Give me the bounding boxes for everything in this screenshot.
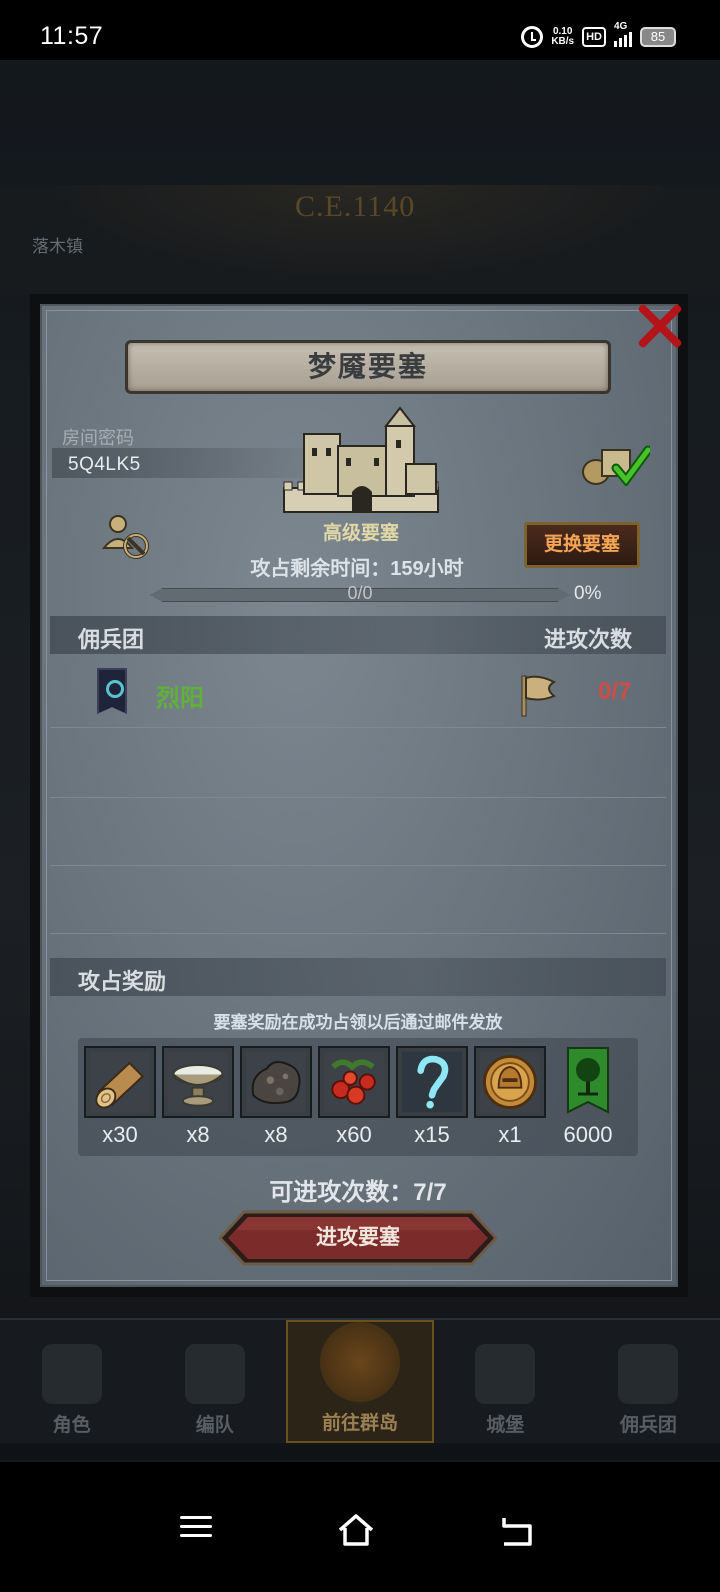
alarm-icon <box>521 26 544 48</box>
tab-label: 城堡 <box>486 1415 525 1436</box>
mercenary-header: 佣兵团 <box>78 627 145 652</box>
reward-qty: x30 <box>102 1122 138 1147</box>
tab-label: 佣兵团 <box>619 1415 677 1436</box>
room-code-value[interactable]: 5Q4LK5 <box>68 454 141 476</box>
status-bar: 11:57 0.10 KB/s HD 4G 85 <box>0 0 720 60</box>
tab-label: 前往群岛 <box>322 1413 399 1434</box>
castle-tab-icon <box>475 1344 536 1404</box>
reward-qty: x8 <box>264 1122 288 1147</box>
network-type: 4G <box>614 21 628 32</box>
close-icon[interactable] <box>628 294 690 356</box>
net-speed-unit: KB/s <box>551 36 575 47</box>
back-icon[interactable] <box>498 1510 538 1550</box>
progress-text: 0/0 <box>347 583 373 603</box>
occupy-time-left: 攻占剩余时间：159小时 <box>250 558 464 580</box>
mercenary-row[interactable]: 烈阳 0/7 <box>50 662 666 728</box>
reward-item[interactable]: 6000 <box>552 1046 624 1148</box>
helmet-icon <box>184 1344 245 1404</box>
tab-castle[interactable]: 城堡 <box>434 1320 577 1443</box>
empty-mercenary-row <box>50 730 666 798</box>
battery-icon: 85 <box>640 27 676 47</box>
wood-log-icon <box>84 1046 156 1118</box>
question-mark-icon <box>396 1046 468 1118</box>
remaining-attacks: 可进攻次数：7/7 <box>269 1179 447 1206</box>
fortress-dialog: 梦魇要塞 房间密码 5Q4LK5 高级要塞 更换要塞 攻占剩余时间：159小时 … <box>30 294 688 1297</box>
castle-icon <box>283 406 439 513</box>
dialog-title-banner: 梦魇要塞 <box>125 340 611 394</box>
mercenary-attack-count: 0/7 <box>598 678 632 705</box>
progress-percent: 0% <box>574 583 602 604</box>
reward-item[interactable]: x60 <box>318 1046 390 1148</box>
dialog-panel: 梦魇要塞 房间密码 5Q4LK5 高级要塞 更换要塞 攻占剩余时间：159小时 … <box>40 304 678 1287</box>
compass-icon <box>320 1322 400 1402</box>
app-root: 11:57 0.10 KB/s HD 4G 85 C.E.1140 落木镇 梦魇… <box>0 0 720 1592</box>
menu-icon[interactable] <box>180 1510 220 1550</box>
tab-formation[interactable]: 编队 <box>143 1320 286 1443</box>
status-icons: 0.10 KB/s HD 4G 85 <box>521 21 676 48</box>
reward-item[interactable]: x30 <box>84 1046 156 1148</box>
dialog-title: 梦魇要塞 <box>307 351 428 382</box>
reward-qty: x60 <box>336 1122 372 1147</box>
berry-fruit-icon <box>318 1046 390 1118</box>
signal-icon: 4G <box>614 21 632 47</box>
reward-qty: x1 <box>498 1122 522 1147</box>
reward-item[interactable]: x8 <box>162 1046 234 1148</box>
reward-note: 要塞奖励在成功占领以后通过邮件发放 <box>213 1013 503 1032</box>
guild-banner-icon <box>97 668 127 714</box>
stone-bowl-icon <box>162 1046 234 1118</box>
knight-icon <box>41 1344 102 1404</box>
reward-list: x30 x8 x8 x60 x15 x1 6000 <box>78 1038 638 1156</box>
status-time: 11:57 <box>40 22 104 50</box>
reward-item[interactable]: x15 <box>396 1046 468 1148</box>
reward-item[interactable]: x1 <box>474 1046 546 1148</box>
reward-item[interactable]: x8 <box>240 1046 312 1148</box>
ship-icon <box>618 1344 679 1404</box>
empty-mercenary-row <box>50 866 666 934</box>
reward-qty: x15 <box>414 1122 450 1147</box>
flag-icon <box>521 675 557 717</box>
claimed-box-icon[interactable] <box>580 442 650 486</box>
reward-qty: 6000 <box>563 1122 613 1147</box>
reward-header: 攻占奖励 <box>78 969 167 994</box>
tree-banner-icon <box>552 1046 624 1118</box>
ore-rock-icon <box>240 1046 312 1118</box>
helmet-medal-icon <box>474 1046 546 1118</box>
home-icon[interactable] <box>336 1510 376 1550</box>
mercenary-name: 烈阳 <box>156 685 204 712</box>
tab-islands[interactable]: 前往群岛 <box>286 1320 434 1443</box>
fortress-level: 高级要塞 <box>322 523 399 544</box>
tab-mercenary[interactable]: 佣兵团 <box>577 1320 720 1443</box>
reward-qty: x8 <box>186 1122 210 1147</box>
tab-label: 角色 <box>52 1415 91 1436</box>
system-nav-bar <box>0 1462 720 1592</box>
attack-fortress-button[interactable]: 进攻要塞 <box>217 1210 499 1266</box>
attacks-header: 进攻次数 <box>544 627 633 652</box>
room-code-label: 房间密码 <box>62 428 134 448</box>
tab-character[interactable]: 角色 <box>0 1320 143 1443</box>
hd-icon: HD <box>582 27 606 47</box>
attack-button-label: 进攻要塞 <box>316 1226 400 1249</box>
empty-mercenary-row <box>50 798 666 866</box>
bottom-tab-bar: 角色 编队 前往群岛 城堡 佣兵团 <box>0 1318 720 1443</box>
tab-label: 编队 <box>195 1415 234 1436</box>
net-speed: 0.10 KB/s <box>551 27 574 47</box>
